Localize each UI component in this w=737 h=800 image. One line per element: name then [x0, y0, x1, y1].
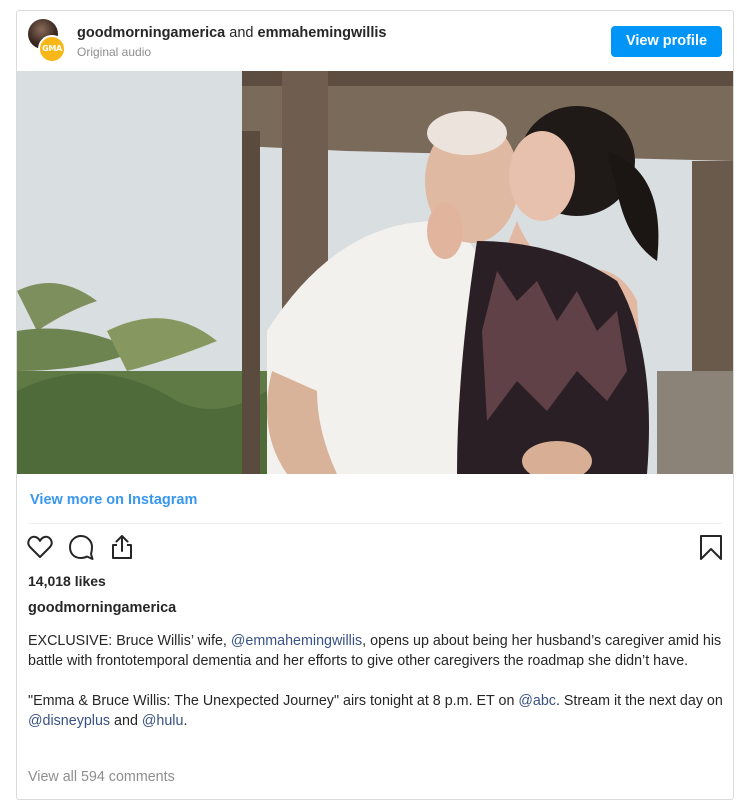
mention-abc-link[interactable]: @abc — [518, 693, 556, 709]
caption-text-segment: . Stream it the next day on — [555, 693, 723, 709]
caption-text-segment: "Emma & Bruce Willis: The Unexpected Jou… — [28, 693, 519, 709]
caption-paragraph-1: EXCLUSIVE: Bruce Willis’ wife, @emmahemi… — [28, 631, 723, 671]
and-text: and — [229, 25, 254, 41]
comment-icon[interactable] — [67, 533, 95, 561]
caption-text-segment: EXCLUSIVE: Bruce Willis’ wife, — [28, 633, 231, 649]
mention-disneyplus-link[interactable]: @disneyplus — [28, 713, 110, 729]
share-icon[interactable] — [108, 533, 136, 561]
caption-paragraph-2: "Emma & Bruce Willis: The Unexpected Jou… — [28, 691, 723, 731]
avatar[interactable]: GMA — [28, 19, 68, 63]
caption-text: EXCLUSIVE: Bruce Willis’ wife, @emmahemi… — [28, 631, 723, 751]
audio-subtitle[interactable]: Original audio — [77, 45, 151, 59]
view-profile-button[interactable]: View profile — [611, 26, 722, 57]
divider — [28, 523, 722, 524]
heart-icon[interactable] — [26, 533, 54, 561]
instagram-embed-card: GMA goodmorningamerica and emmahemingwil… — [16, 10, 734, 800]
action-bar — [17, 533, 733, 565]
mention-emmahemingwillis-link[interactable]: @emmahemingwillis — [231, 633, 362, 649]
bookmark-icon[interactable] — [697, 533, 725, 561]
post-photo[interactable] — [17, 71, 733, 474]
caption-text-segment: . — [183, 713, 188, 729]
caption-username-link[interactable]: goodmorningamerica — [28, 600, 176, 616]
photo-illustration — [17, 71, 733, 474]
gma-logo-badge: GMA — [38, 35, 66, 63]
account-line: goodmorningamerica and emmahemingwillis — [77, 25, 386, 41]
caption-text-segment: and — [110, 713, 142, 729]
view-all-comments-link[interactable]: View all 594 comments — [28, 769, 175, 785]
view-more-on-instagram-link[interactable]: View more on Instagram — [30, 492, 197, 508]
likes-count[interactable]: 14,018 likes — [28, 573, 106, 589]
mention-hulu-link[interactable]: @hulu — [142, 713, 184, 729]
post-header: GMA goodmorningamerica and emmahemingwil… — [17, 11, 733, 71]
username-collab-link[interactable]: emmahemingwillis — [258, 25, 387, 41]
username-primary-link[interactable]: goodmorningamerica — [77, 25, 225, 41]
